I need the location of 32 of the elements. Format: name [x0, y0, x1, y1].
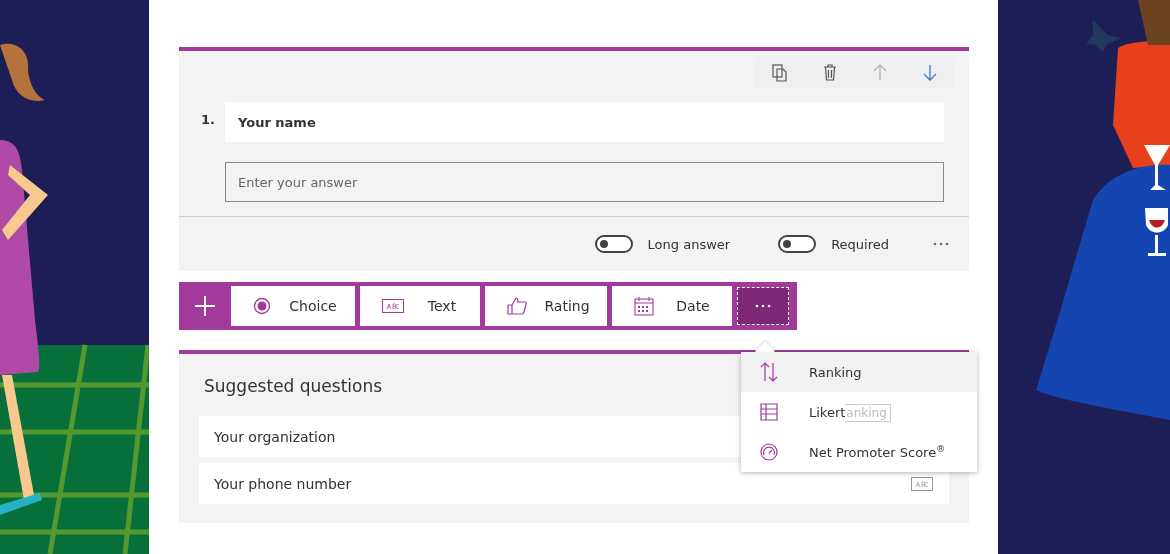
question-type-button[interactable]: Choice	[231, 286, 355, 326]
grid-icon	[760, 403, 778, 421]
toggle-switch[interactable]	[778, 235, 817, 253]
tooltip: anking	[845, 404, 891, 422]
question-type-button[interactable]: Text	[360, 286, 480, 326]
menu-item[interactable]: Likertanking	[741, 392, 977, 432]
more-types-button[interactable]	[737, 287, 789, 325]
answer-field[interactable]: Enter your answer	[225, 162, 944, 202]
sort-arrows-icon	[760, 362, 778, 382]
toggle-label: Required	[831, 236, 889, 252]
question-title-field[interactable]: Your name	[225, 102, 944, 142]
radio-icon	[253, 297, 271, 315]
down-arrow-icon[interactable]	[923, 64, 937, 81]
abc-icon	[382, 299, 404, 313]
section-title: Suggested questions	[204, 375, 383, 398]
suggested-question[interactable]: Your phone number	[199, 463, 949, 504]
more-icon	[755, 304, 771, 308]
menu-item[interactable]: Net Promoter Score$^{®}$	[741, 432, 977, 472]
thumbs-up-icon	[507, 297, 527, 315]
trash-icon[interactable]	[823, 64, 837, 81]
toggle-switch[interactable]	[594, 235, 633, 253]
gauge-icon	[760, 443, 778, 461]
question-type-button[interactable]: Rating	[485, 286, 607, 326]
more-options-icon[interactable]	[933, 242, 949, 246]
question-type-button[interactable]: Date	[612, 286, 732, 326]
question-number: 1.	[201, 111, 216, 127]
copy-icon[interactable]	[772, 63, 788, 82]
toggle-label: Long answer	[647, 236, 731, 252]
menu-item[interactable]: Ranking	[741, 352, 977, 392]
calendar-icon	[634, 296, 654, 316]
text-type-icon	[911, 476, 933, 491]
plus-icon	[194, 295, 216, 317]
